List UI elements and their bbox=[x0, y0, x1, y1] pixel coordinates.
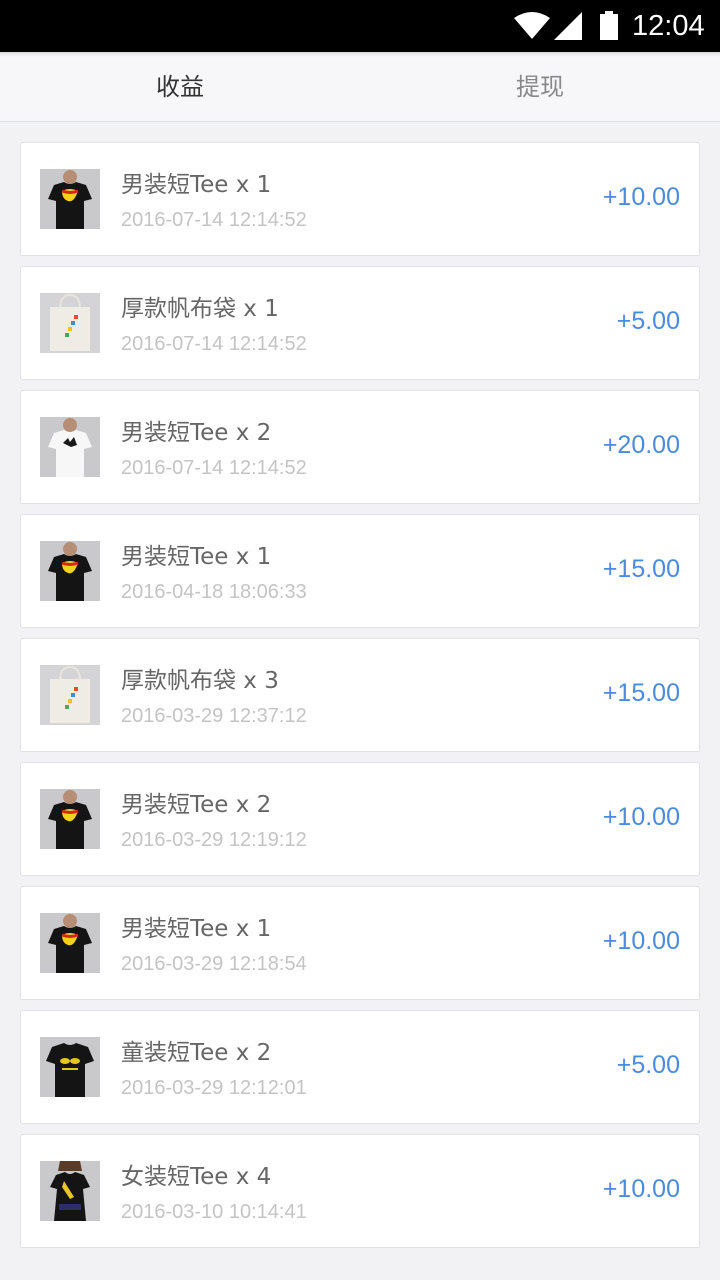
signal-icon bbox=[554, 12, 582, 40]
list-item[interactable]: 厚款帆布袋 x 3 2016-03-29 12:37:12 +15.00 bbox=[20, 638, 700, 752]
wifi-icon bbox=[514, 12, 550, 39]
item-title: 童装短Tee x 2 bbox=[121, 1040, 272, 1066]
black-tshirt-lips-icon bbox=[40, 789, 100, 849]
item-title: 男装短Tee x 2 bbox=[121, 420, 272, 446]
womens-black-tshirt-icon bbox=[40, 1161, 100, 1221]
item-title: 男装短Tee x 1 bbox=[121, 172, 272, 198]
product-thumbnail bbox=[40, 293, 100, 353]
list-item[interactable]: 男装短Tee x 2 2016-03-29 12:19:12 +10.00 bbox=[20, 762, 700, 876]
tab-bar: 收益 提现 bbox=[0, 52, 720, 122]
earnings-list: 男装短Tee x 1 2016-07-14 12:14:52 +10.00 厚款… bbox=[20, 142, 700, 1258]
item-date: 2016-03-29 12:19:12 bbox=[121, 829, 307, 851]
list-item[interactable]: 童装短Tee x 2 2016-03-29 12:12:01 +5.00 bbox=[20, 1010, 700, 1124]
tab-earnings[interactable]: 收益 bbox=[0, 52, 360, 122]
item-amount: +15.00 bbox=[602, 555, 680, 583]
item-date: 2016-03-10 10:14:41 bbox=[121, 1201, 307, 1223]
list-item[interactable]: 厚款帆布袋 x 1 2016-07-14 12:14:52 +5.00 bbox=[20, 266, 700, 380]
item-title: 厚款帆布袋 x 1 bbox=[121, 296, 279, 322]
list-item[interactable]: 男装短Tee x 1 2016-03-29 12:18:54 +10.00 bbox=[20, 886, 700, 1000]
item-date: 2016-07-14 12:14:52 bbox=[121, 457, 307, 479]
product-thumbnail bbox=[40, 169, 100, 229]
item-amount: +10.00 bbox=[602, 927, 680, 955]
kids-black-tshirt-icon bbox=[40, 1037, 100, 1097]
white-tshirt-cat-icon bbox=[40, 417, 100, 477]
product-thumbnail bbox=[40, 665, 100, 725]
black-tshirt-lips-icon bbox=[40, 541, 100, 601]
product-thumbnail bbox=[40, 417, 100, 477]
status-bar: 12:04 bbox=[0, 0, 720, 52]
item-amount: +10.00 bbox=[602, 1175, 680, 1203]
item-date: 2016-03-29 12:18:54 bbox=[121, 953, 307, 975]
list-item[interactable]: 男装短Tee x 2 2016-07-14 12:14:52 +20.00 bbox=[20, 390, 700, 504]
product-thumbnail bbox=[40, 1161, 100, 1221]
canvas-tote-bag-icon bbox=[40, 293, 100, 353]
item-title: 男装短Tee x 1 bbox=[121, 916, 272, 942]
item-amount: +10.00 bbox=[602, 803, 680, 831]
product-thumbnail bbox=[40, 913, 100, 973]
item-date: 2016-03-29 12:37:12 bbox=[121, 705, 307, 727]
item-amount: +5.00 bbox=[616, 1051, 680, 1079]
product-thumbnail bbox=[40, 789, 100, 849]
item-date: 2016-07-14 12:14:52 bbox=[121, 333, 307, 355]
item-date: 2016-07-14 12:14:52 bbox=[121, 209, 307, 231]
tab-withdraw[interactable]: 提现 bbox=[360, 52, 720, 122]
black-tshirt-lips-icon bbox=[40, 913, 100, 973]
product-thumbnail bbox=[40, 1037, 100, 1097]
item-amount: +20.00 bbox=[602, 431, 680, 459]
product-thumbnail bbox=[40, 541, 100, 601]
item-title: 女装短Tee x 4 bbox=[121, 1164, 272, 1190]
item-amount: +10.00 bbox=[602, 183, 680, 211]
status-time: 12:04 bbox=[632, 10, 705, 42]
item-title: 男装短Tee x 2 bbox=[121, 792, 272, 818]
battery-icon bbox=[600, 11, 618, 40]
item-title: 厚款帆布袋 x 3 bbox=[121, 668, 279, 694]
black-tshirt-lips-icon bbox=[40, 169, 100, 229]
canvas-tote-bag-icon bbox=[40, 665, 100, 725]
item-date: 2016-04-18 18:06:33 bbox=[121, 581, 307, 603]
list-item[interactable]: 男装短Tee x 1 2016-07-14 12:14:52 +10.00 bbox=[20, 142, 700, 256]
list-item[interactable]: 女装短Tee x 4 2016-03-10 10:14:41 +10.00 bbox=[20, 1134, 700, 1248]
item-amount: +15.00 bbox=[602, 679, 680, 707]
list-item[interactable]: 男装短Tee x 1 2016-04-18 18:06:33 +15.00 bbox=[20, 514, 700, 628]
item-date: 2016-03-29 12:12:01 bbox=[121, 1077, 307, 1099]
item-title: 男装短Tee x 1 bbox=[121, 544, 272, 570]
item-amount: +5.00 bbox=[616, 307, 680, 335]
